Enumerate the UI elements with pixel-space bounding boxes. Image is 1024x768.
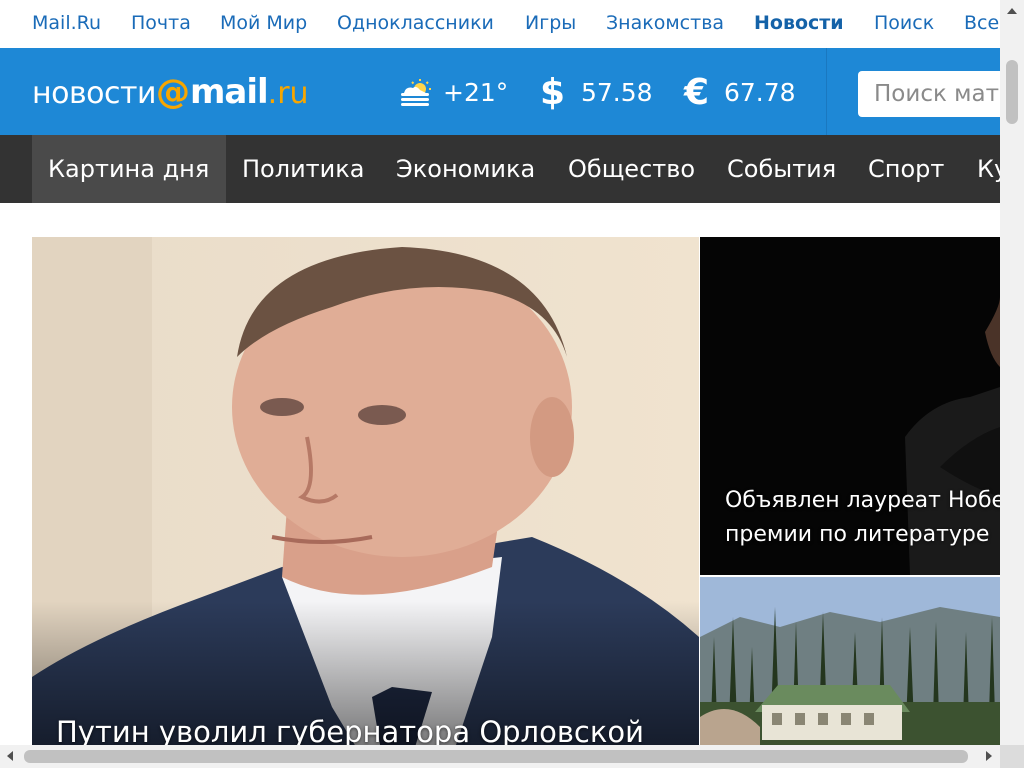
main-story-headline[interactable]: Путин уволил губернатора Орловской bbox=[56, 715, 644, 745]
logo-word: новости bbox=[32, 76, 156, 111]
usd-rate[interactable]: 57.58 bbox=[581, 78, 653, 107]
eur-rate[interactable]: 67.78 bbox=[724, 78, 796, 107]
partly-cloudy-icon bbox=[401, 79, 431, 106]
dollar-icon: $ bbox=[540, 72, 566, 113]
header-divider bbox=[826, 48, 827, 135]
portal-link-poisk[interactable]: Поиск bbox=[874, 12, 934, 34]
vertical-scroll-thumb[interactable] bbox=[1006, 60, 1018, 124]
browser-viewport: Mail.Ru Почта Мой Мир Одноклассники Игры… bbox=[0, 0, 1000, 745]
scrollbar-corner bbox=[1000, 745, 1024, 768]
scroll-up-icon[interactable] bbox=[1007, 8, 1017, 14]
horizontal-scroll-thumb[interactable] bbox=[24, 750, 968, 763]
scroll-right-icon[interactable] bbox=[986, 751, 992, 761]
side-story-headline-1[interactable]: Объявлен лауреат Нобелевской премии по л… bbox=[725, 484, 1000, 552]
horizontal-scrollbar[interactable] bbox=[0, 745, 1000, 768]
weather-temperature[interactable]: +21° bbox=[443, 78, 508, 107]
portal-link-odnoklassniki[interactable]: Одноклассники bbox=[337, 12, 494, 34]
search-input[interactable] bbox=[858, 71, 1000, 117]
nav-item-sport[interactable]: Спорт bbox=[852, 135, 960, 203]
main-content: Путин уволил губернатора Орловской Объяв… bbox=[0, 203, 1000, 745]
portal-link-moi-mir[interactable]: Мой Мир bbox=[220, 12, 307, 34]
main-story-card[interactable]: Путин уволил губернатора Орловской bbox=[32, 237, 699, 745]
side-story-card-2[interactable] bbox=[700, 577, 1000, 745]
nav-item-ekonomika[interactable]: Экономика bbox=[380, 135, 551, 203]
portal-link-mailru[interactable]: Mail.Ru bbox=[32, 12, 101, 34]
scroll-left-icon[interactable] bbox=[7, 751, 13, 761]
category-nav: Картина дня Политика Экономика Общество … bbox=[0, 135, 1000, 203]
main-story-photo bbox=[32, 237, 699, 745]
nav-item-kultura[interactable]: Культура bbox=[961, 135, 1000, 203]
portal-link-novosti[interactable]: Новости bbox=[754, 12, 844, 34]
nav-item-politika[interactable]: Политика bbox=[226, 135, 380, 203]
side-story-photo-2 bbox=[700, 577, 1000, 745]
site-header: новости@mail.ru +21° $ 57.58 € 67.78 bbox=[0, 48, 1000, 135]
side-story-headline-1-line1: Объявлен лауреат Нобелевской bbox=[725, 488, 1000, 513]
logo-tld: .ru bbox=[267, 76, 309, 111]
logo-at: @ bbox=[155, 72, 190, 112]
side-story-headline-1-line2: премии по литературе bbox=[725, 522, 990, 547]
side-story-card-1[interactable]: Объявлен лауреат Нобелевской премии по л… bbox=[700, 237, 1000, 575]
euro-icon: € bbox=[684, 72, 710, 113]
portal-link-igry[interactable]: Игры bbox=[525, 12, 576, 34]
logo-brand: mail bbox=[189, 72, 269, 112]
portal-nav-bar: Mail.Ru Почта Мой Мир Одноклассники Игры… bbox=[0, 0, 1000, 48]
nav-item-sobytiya[interactable]: События bbox=[711, 135, 852, 203]
portal-link-znakomstva[interactable]: Знакомства bbox=[606, 12, 724, 34]
vertical-scrollbar[interactable] bbox=[1000, 0, 1024, 745]
portal-link-vse[interactable]: Все bbox=[964, 12, 999, 34]
site-logo[interactable]: новости@mail.ru bbox=[32, 72, 309, 112]
nav-item-kartina-dnya[interactable]: Картина дня bbox=[32, 135, 226, 203]
portal-link-pochta[interactable]: Почта bbox=[131, 12, 191, 34]
nav-item-obshchestvo[interactable]: Общество bbox=[552, 135, 711, 203]
